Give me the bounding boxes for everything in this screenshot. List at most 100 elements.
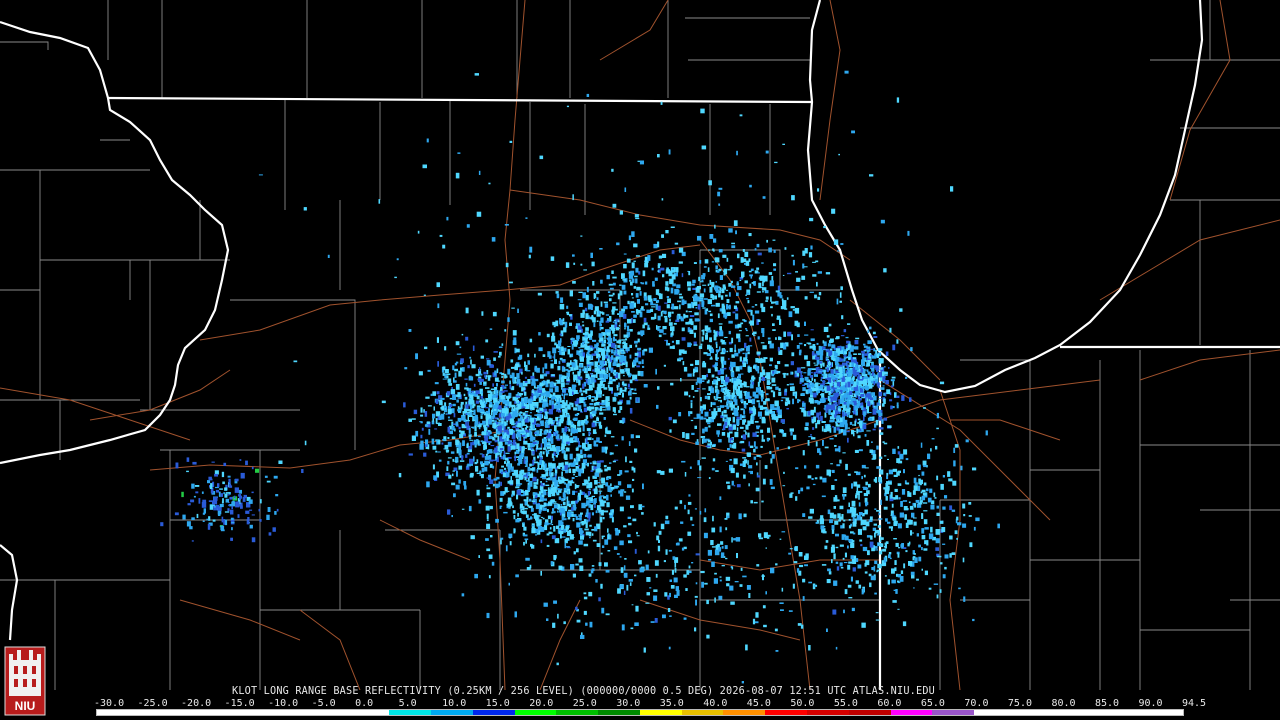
echo-pixel: [617, 293, 620, 300]
echo-pixel: [521, 428, 525, 434]
echo-pixel: [831, 544, 835, 547]
echo-pixel: [784, 388, 788, 393]
echo-pixel: [870, 575, 875, 581]
echo-pixel: [729, 459, 732, 461]
echo-pixel: [647, 327, 651, 330]
echo-pixel: [543, 373, 548, 377]
echo-pixel: [753, 448, 756, 453]
echo-pixel: [727, 269, 732, 271]
echo-pixel: [712, 402, 716, 406]
echo-pixel: [468, 415, 473, 417]
echo-pixel: [419, 443, 424, 450]
echo-pixel: [777, 409, 782, 415]
echo-pixel: [879, 427, 884, 430]
echo-pixel: [507, 503, 511, 507]
echo-pixel: [484, 466, 488, 472]
echo-pixel: [555, 455, 558, 458]
echo-pixel: [884, 575, 887, 577]
echo-pixel: [778, 337, 782, 341]
echo-pixel: [940, 483, 944, 490]
echo-pixel: [933, 583, 939, 585]
echo-pixel: [488, 459, 494, 462]
echo-pixel: [786, 384, 789, 386]
echo-pixel: [877, 348, 883, 351]
echo-pixel: [746, 452, 751, 457]
echo-pixel: [587, 379, 590, 385]
echo-pixel: [642, 324, 645, 329]
echo-pixel: [881, 419, 884, 424]
echo-pixel: [608, 512, 613, 515]
echo-pixel: [539, 414, 542, 419]
echo-pixel: [633, 467, 636, 473]
echo-pixel: [476, 472, 481, 474]
echo-pixel: [767, 382, 772, 384]
echo-pixel: [623, 491, 627, 493]
echo-pixel: [810, 329, 814, 331]
echo-pixel: [755, 365, 759, 372]
echo-pixel: [495, 518, 499, 523]
echo-pixel: [665, 269, 671, 274]
echo-pixel: [687, 303, 692, 309]
echo-pixel: [440, 413, 445, 420]
echo-pixel: [447, 457, 452, 459]
echo-pixel: [493, 397, 498, 403]
echo-pixel: [627, 387, 631, 389]
echo-pixel: [676, 289, 680, 293]
echo-pixel: [562, 318, 565, 322]
echo-pixel: [757, 411, 762, 417]
echo-pixel: [413, 409, 418, 415]
echo-pixel: [923, 482, 927, 486]
echo-pixel: [495, 458, 497, 461]
echo-pixel: [626, 325, 630, 332]
echo-pixel: [757, 252, 762, 256]
echo-pixel: [671, 311, 674, 314]
echo-pixel: [736, 484, 741, 488]
echo-pixel: [490, 445, 495, 447]
echo-pixel: [611, 325, 615, 331]
echo-pixel: [867, 371, 871, 375]
echo-pixel: [757, 272, 760, 274]
echo-pixel: [804, 334, 809, 336]
echo-pixel: [562, 388, 566, 393]
echo-pixel: [839, 562, 843, 567]
echo-pixel: [765, 398, 768, 402]
echo-pixel: [596, 438, 599, 440]
echo-pixel: [523, 440, 528, 445]
echo-pixel: [585, 437, 588, 444]
echo-pixel: [546, 333, 550, 338]
echo-pixel: [872, 416, 875, 421]
echo-pixel: [543, 437, 547, 440]
echo-pixel: [598, 562, 602, 567]
echo-pixel: [464, 396, 468, 400]
echo-pixel: [558, 416, 561, 419]
echo-pixel: [582, 292, 586, 299]
echo-pixel: [629, 460, 633, 463]
echo-pixel: [919, 500, 923, 503]
echo-pixel: [815, 464, 820, 469]
echo-pixel: [612, 378, 616, 382]
echo-pixel: [599, 460, 604, 463]
echo-pixel: [451, 482, 456, 486]
echo-pixel: [953, 460, 956, 467]
echo-pixel: [593, 444, 599, 447]
echo-pixel: [761, 439, 765, 442]
echo-pixel: [560, 435, 563, 440]
echo-pixel: [631, 488, 634, 493]
echo-pixel: [707, 344, 710, 350]
echo-pixel: [868, 483, 871, 488]
echo-pixel: [747, 345, 753, 347]
echo-pixel: [671, 250, 675, 255]
echo-pixel: [843, 562, 848, 564]
echo-pixel: [613, 413, 617, 416]
echo-pixel: [839, 358, 844, 361]
echo-pixel: [606, 358, 610, 361]
echo-pixel: [660, 311, 663, 317]
echo-pixel: [863, 345, 868, 348]
echo-pixel: [581, 321, 584, 323]
echo-pixel: [465, 454, 468, 458]
echo-pixel: [437, 451, 441, 453]
echo-pixel: [678, 261, 683, 264]
echo-pixel: [809, 397, 813, 401]
echo-pixel: [617, 481, 622, 486]
echo-pixel: [736, 419, 740, 425]
